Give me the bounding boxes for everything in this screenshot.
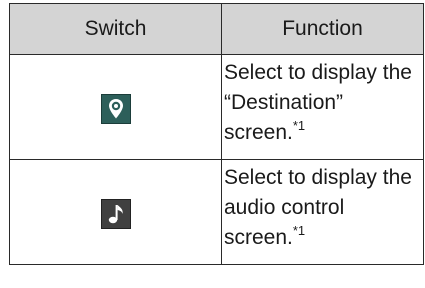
switch-function-table: Switch Function Select to display the “D… xyxy=(9,3,424,265)
function-text-line: “Destination” xyxy=(224,91,344,114)
table-row: Select to display the audio control scre… xyxy=(9,159,424,265)
destination-pin-icon xyxy=(100,93,131,124)
function-cell: Select to display the audio control scre… xyxy=(221,159,424,265)
table-row: Select to display the “Destination” scre… xyxy=(9,54,424,160)
audio-note-icon xyxy=(100,198,131,229)
function-text-line: screen.*1 xyxy=(224,223,423,253)
table-header-row: Switch Function xyxy=(9,3,424,55)
switch-column-header: Switch xyxy=(9,3,222,55)
footnote-marker: *1 xyxy=(292,118,306,133)
function-text: screen. xyxy=(224,121,293,144)
switch-cell xyxy=(9,54,222,160)
function-cell: Select to display the “Destination” scre… xyxy=(221,54,424,160)
function-column-header: Function xyxy=(221,3,424,55)
function-text-line: screen.*1 xyxy=(224,118,423,148)
function-text-line: audio control xyxy=(224,196,345,219)
function-text-line: Select to display the xyxy=(224,166,412,189)
switch-cell xyxy=(9,159,222,265)
function-text-line: Select to display the xyxy=(224,61,412,84)
function-text: screen. xyxy=(224,226,293,249)
footnote-marker: *1 xyxy=(292,223,306,238)
